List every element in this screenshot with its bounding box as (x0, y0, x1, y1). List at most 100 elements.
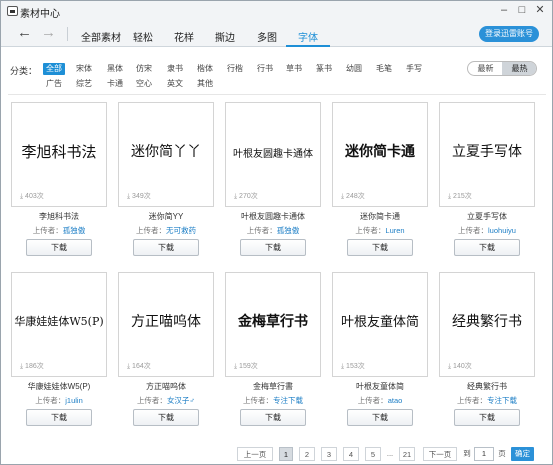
filter-english[interactable]: 英文 (167, 78, 183, 90)
download-button[interactable]: 下载 (454, 409, 520, 426)
uploader-link[interactable]: 无可救药 (166, 226, 196, 235)
pagination-ellipsis: ... (386, 449, 394, 458)
filter-xingkai[interactable]: 行楷 (227, 63, 243, 75)
prev-page-button[interactable]: 上一页 (237, 447, 273, 461)
tab-torn-edge[interactable]: 撕边 (215, 29, 235, 44)
download-button[interactable]: 下载 (454, 239, 520, 256)
active-tab-indicator (286, 45, 330, 47)
font-preview-thumbnail[interactable]: 叶根友童体简 ⤓ 153次 (332, 272, 428, 377)
font-card: 经典繁行书 ⤓ 140次 经典繁行书 上传者：专注下载 下载 (439, 272, 535, 432)
filter-hei[interactable]: 黑体 (107, 63, 123, 75)
font-card: 叶根友圆趣卡通体 ⤓ 270次 叶根友圆趣卡通体 上传者：孤独傲 下载 (225, 102, 321, 262)
filter-zhuanshu[interactable]: 篆书 (316, 63, 332, 75)
font-name: 李旭科书法 (39, 212, 79, 221)
page-5-button[interactable]: 5 (365, 447, 381, 461)
filter-variety[interactable]: 综艺 (76, 78, 92, 90)
font-preview-thumbnail[interactable]: 李旭科书法 ⤓ 403次 (11, 102, 107, 207)
maximize-icon[interactable]: □ (514, 3, 530, 17)
uploader-link[interactable]: luohuiyu (488, 226, 516, 235)
uploader-link[interactable]: atao (388, 396, 403, 405)
uploader-link[interactable]: 孤独傲 (63, 226, 86, 235)
download-count: ⤓ 159次 (234, 363, 258, 370)
filter-other[interactable]: 其他 (197, 78, 213, 90)
font-preview-thumbnail[interactable]: 叶根友圆趣卡通体 ⤓ 270次 (225, 102, 321, 207)
nav-divider (67, 27, 68, 41)
page-21-button[interactable]: 21 (399, 447, 415, 461)
tab-all-materials[interactable]: 全部素材 (81, 29, 121, 44)
font-preview-thumbnail[interactable]: 华康娃娃体W5(P) ⤓ 186次 (11, 272, 107, 377)
download-button[interactable]: 下载 (240, 409, 306, 426)
filter-shouxie[interactable]: 手写 (406, 63, 422, 75)
goto-confirm-button[interactable]: 确定 (511, 447, 534, 461)
uploader-line: 上传者：孤独傲 (246, 226, 300, 235)
font-card: 迷你简卡通 ⤓ 248次 迷你简卡通 上传者：Luren 下载 (332, 102, 428, 262)
download-count: ⤓ 164次 (127, 363, 151, 370)
download-count: ⤓ 270次 (234, 193, 258, 200)
sort-newest-button[interactable]: 最新 (468, 62, 503, 75)
download-button[interactable]: 下载 (133, 409, 199, 426)
font-name: 立夏手写体 (467, 212, 507, 221)
sort-hottest-button[interactable]: 最热 (502, 62, 536, 75)
font-preview-thumbnail[interactable]: 迷你简卡通 ⤓ 248次 (332, 102, 428, 207)
filter-caoshu[interactable]: 草书 (286, 63, 302, 75)
download-button[interactable]: 下载 (26, 409, 92, 426)
login-button[interactable]: 登录迅雷账号 (479, 26, 539, 42)
font-card: 立夏手写体 ⤓ 215次 立夏手写体 上传者：luohuiyu 下载 (439, 102, 535, 262)
filter-song[interactable]: 宋体 (76, 63, 92, 75)
filter-cartoon[interactable]: 卡通 (107, 78, 123, 90)
font-preview-text: 立夏手写体 (452, 144, 522, 160)
minimize-icon[interactable]: – (496, 3, 512, 17)
filter-xingshu[interactable]: 行书 (257, 63, 273, 75)
download-button[interactable]: 下载 (347, 409, 413, 426)
uploader-line: 上传者：专注下载 (243, 396, 303, 405)
filter-label: 分类： (10, 66, 38, 76)
uploader-line: 上传者：luohuiyu (458, 226, 516, 235)
font-card: 华康娃娃体W5(P) ⤓ 186次 华康娃娃体W5(P) 上传者：j1ulin … (11, 272, 107, 432)
font-preview-text: 华康娃娃体W5(P) (14, 315, 104, 328)
uploader-link[interactable]: j1ulin (65, 396, 83, 405)
font-preview-thumbnail[interactable]: 经典繁行书 ⤓ 140次 (439, 272, 535, 377)
page-1-button[interactable]: 1 (279, 447, 293, 461)
goto-label: 到 (463, 449, 471, 458)
filter-hollow[interactable]: 空心 (136, 78, 152, 90)
filter-lishu[interactable]: 隶书 (167, 63, 183, 75)
font-preview-text: 叶根友童体简 (340, 315, 419, 330)
uploader-link[interactable]: 女汉子♂ (167, 396, 195, 405)
filter-kaiti[interactable]: 楷体 (197, 63, 213, 75)
download-button[interactable]: 下载 (347, 239, 413, 256)
font-preview-thumbnail[interactable]: 立夏手写体 ⤓ 215次 (439, 102, 535, 207)
filter-fangsong[interactable]: 仿宋 (136, 63, 152, 75)
font-preview-thumbnail[interactable]: 迷你简丫丫 ⤓ 349次 (118, 102, 214, 207)
font-card: 叶根友童体简 ⤓ 153次 叶根友童体简 上传者：atao 下载 (332, 272, 428, 432)
tab-multi-image[interactable]: 多图 (257, 29, 277, 44)
font-preview-text: 李旭科书法 (21, 143, 97, 161)
arrow-left-icon[interactable]: ← (17, 25, 32, 41)
uploader-link[interactable]: 专注下载 (273, 396, 303, 405)
download-button[interactable]: 下载 (133, 239, 199, 256)
font-preview-text: 迷你简丫丫 (131, 144, 201, 160)
filter-all[interactable]: 全部 (43, 63, 65, 75)
page-4-button[interactable]: 4 (343, 447, 359, 461)
next-page-button[interactable]: 下一页 (423, 447, 457, 461)
download-count: ⤓ 349次 (127, 193, 151, 200)
tab-pattern[interactable]: 花样 (174, 29, 194, 44)
uploader-link[interactable]: 专注下载 (487, 396, 517, 405)
goto-page-input[interactable]: 1 (474, 447, 494, 461)
font-preview-thumbnail[interactable]: 金梅草行书 ⤓ 159次 (225, 272, 321, 377)
uploader-link[interactable]: 孤独傲 (277, 226, 300, 235)
filter-maobi[interactable]: 毛笔 (376, 63, 392, 75)
download-count: ⤓ 153次 (341, 363, 365, 370)
download-button[interactable]: 下载 (240, 239, 306, 256)
filter-ad[interactable]: 广告 (46, 78, 62, 90)
filter-youyuan[interactable]: 幼圆 (346, 63, 362, 75)
tab-fonts[interactable]: 字体 (298, 29, 318, 44)
uploader-line: 上传者：女汉子♂ (136, 396, 196, 405)
tab-easy[interactable]: 轻松 (133, 29, 153, 44)
page-3-button[interactable]: 3 (321, 447, 337, 461)
font-preview-thumbnail[interactable]: 方正喵呜体 ⤓ 164次 (118, 272, 214, 377)
download-button[interactable]: 下载 (26, 239, 92, 256)
close-icon[interactable]: ✕ (532, 3, 548, 17)
arrow-right-icon[interactable]: → (41, 25, 56, 41)
page-2-button[interactable]: 2 (299, 447, 315, 461)
uploader-link[interactable]: Luren (385, 226, 404, 235)
